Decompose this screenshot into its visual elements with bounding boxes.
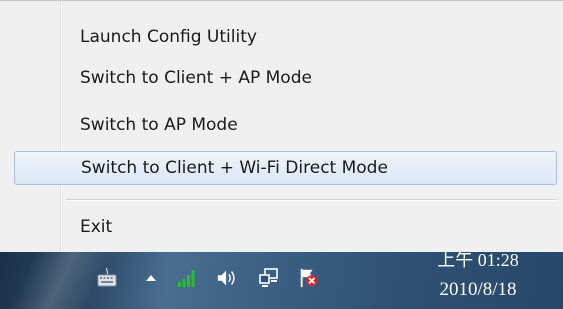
clock-date: 2010/8/18 — [439, 279, 517, 300]
menu-item-label: Launch Config Utility — [80, 27, 257, 47]
menu-item-switch-client-wifi-direct-mode[interactable]: Switch to Client + Wi-Fi Direct Mode — [14, 151, 557, 185]
network-icon[interactable] — [258, 266, 280, 290]
menu-item-exit[interactable]: Exit — [14, 211, 557, 245]
show-hidden-icons-arrow[interactable] — [140, 266, 162, 290]
action-center-flag-icon[interactable] — [298, 266, 320, 290]
context-menu: Launch Config Utility Switch to Client +… — [0, 0, 563, 253]
menu-item-label: Switch to Client + AP Mode — [80, 68, 312, 88]
menu-item-switch-ap-mode[interactable]: Switch to AP Mode — [14, 109, 557, 143]
menu-item-label: Switch to Client + Wi-Fi Direct Mode — [81, 158, 388, 178]
menu-item-switch-client-ap-mode[interactable]: Switch to Client + AP Mode — [14, 62, 557, 96]
menu-item-launch-config-utility[interactable]: Launch Config Utility — [14, 21, 557, 55]
keyboard-icon[interactable] — [96, 266, 118, 290]
menu-item-label: Exit — [80, 217, 113, 237]
menu-separator — [66, 199, 557, 200]
wifi-signal-icon[interactable] — [176, 266, 198, 290]
speaker-icon[interactable] — [216, 266, 238, 290]
clock-time: 上午 01:28 — [437, 252, 519, 270]
taskbar-clock[interactable]: 上午 01:28 2010/8/18 — [403, 252, 553, 309]
menu-item-label: Switch to AP Mode — [80, 115, 238, 135]
taskbar: 上午 01:28 2010/8/18 — [0, 252, 563, 309]
